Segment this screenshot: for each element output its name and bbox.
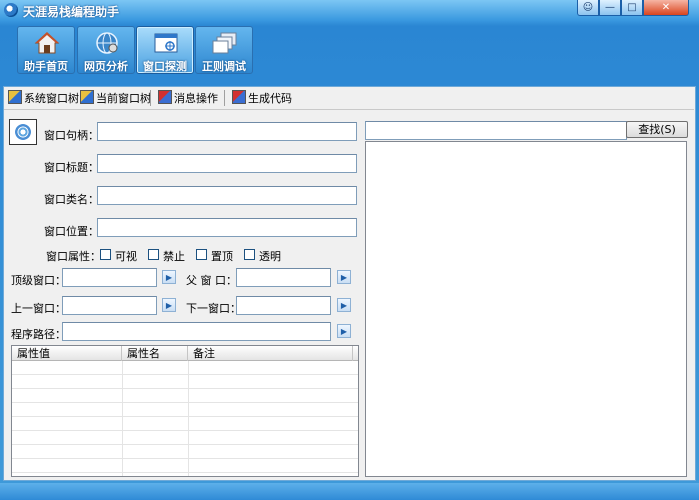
- next-window-label: 下一窗口：: [186, 302, 241, 315]
- class-label: 窗口类名：: [44, 193, 99, 206]
- tab-label: 正则调试: [202, 60, 246, 73]
- crosshair-icon: [15, 124, 31, 140]
- parent-window-go-button[interactable]: ▶: [337, 270, 351, 284]
- path-field[interactable]: [62, 322, 331, 341]
- properties-grid[interactable]: 属性值 属性名 备注: [11, 345, 359, 477]
- next-window-field[interactable]: [236, 296, 331, 315]
- window-title: 天涯易栈编程助手: [23, 5, 120, 19]
- result-panel[interactable]: [365, 141, 687, 477]
- arrow-right-icon: ▶: [165, 301, 173, 310]
- disabled-checkbox[interactable]: [148, 249, 159, 260]
- table-row[interactable]: [12, 375, 358, 389]
- tab-label: 助手首页: [24, 60, 68, 73]
- subbar-label: 系统窗口树: [24, 92, 79, 105]
- prev-window-label: 上一窗口：: [11, 302, 66, 315]
- minimize-button[interactable]: —: [599, 0, 621, 16]
- visible-label: 可视: [115, 250, 137, 263]
- subbar-label: 当前窗口树: [96, 92, 151, 105]
- grid-header: 属性值 属性名 备注: [12, 346, 358, 361]
- topmost-label: 置顶: [211, 250, 233, 263]
- transparent-checkbox[interactable]: [244, 249, 255, 260]
- subbar-label: 生成代码: [248, 92, 292, 105]
- position-field[interactable]: [97, 218, 357, 237]
- arrow-right-icon: ▶: [165, 273, 173, 282]
- tab-window-probe[interactable]: 窗口探测: [136, 26, 194, 74]
- arrow-right-icon: ▶: [340, 327, 348, 336]
- table-row[interactable]: [12, 431, 358, 445]
- table-row[interactable]: [12, 403, 358, 417]
- code-icon: [232, 90, 246, 104]
- top-window-label: 顶级窗口：: [11, 274, 66, 287]
- column-header[interactable]: 备注: [188, 346, 353, 361]
- skin-icon: ☺: [582, 2, 594, 13]
- parent-window-field[interactable]: [236, 268, 331, 287]
- column-header[interactable]: 属性名: [122, 346, 188, 361]
- windows-stack-icon: [212, 32, 237, 54]
- message-icon: [158, 90, 172, 104]
- handle-label: 窗口句柄：: [44, 129, 99, 142]
- top-window-field[interactable]: [62, 268, 157, 287]
- minimize-icon: —: [605, 2, 615, 13]
- search-input[interactable]: [365, 121, 627, 140]
- table-row[interactable]: [12, 361, 358, 375]
- parent-window-label: 父 窗 口：: [186, 274, 237, 287]
- table-row[interactable]: [12, 417, 358, 431]
- separator: [150, 90, 151, 106]
- next-window-go-button[interactable]: ▶: [337, 298, 351, 312]
- tab-label: 窗口探测: [143, 60, 187, 73]
- app-logo-icon: [4, 3, 18, 17]
- disabled-label: 禁止: [163, 250, 185, 263]
- prev-window-field[interactable]: [62, 296, 157, 315]
- tab-regex-debug[interactable]: 正则调试: [195, 26, 253, 74]
- globe-icon: [96, 32, 118, 54]
- path-go-button[interactable]: ▶: [337, 324, 351, 338]
- column-header[interactable]: 属性值: [12, 346, 122, 361]
- table-row[interactable]: [12, 389, 358, 403]
- table-row[interactable]: [12, 445, 358, 459]
- close-icon: ✕: [661, 2, 671, 13]
- tab-label: 网页分析: [84, 60, 128, 73]
- tree-icon: [80, 90, 94, 104]
- path-label: 程序路径：: [11, 328, 66, 341]
- attr-label: 窗口属性：: [46, 250, 101, 263]
- status-bar: [0, 483, 699, 500]
- close-button[interactable]: ✕: [643, 0, 689, 16]
- tree-icon: [8, 90, 22, 104]
- maximize-button[interactable]: □: [621, 0, 643, 16]
- top-window-go-button[interactable]: ▶: [162, 270, 176, 284]
- table-row[interactable]: [12, 459, 358, 473]
- prev-window-go-button[interactable]: ▶: [162, 298, 176, 312]
- transparent-label: 透明: [259, 250, 281, 263]
- title-label: 窗口标题：: [44, 161, 99, 174]
- arrow-right-icon: ▶: [340, 301, 348, 310]
- handle-field[interactable]: [97, 122, 357, 141]
- message-operation-button[interactable]: 消息操作: [158, 90, 218, 106]
- tab-assistant-home[interactable]: 助手首页: [17, 26, 75, 74]
- current-window-tree-button[interactable]: 当前窗口树: [80, 90, 151, 106]
- skin-button[interactable]: ☺: [577, 0, 599, 16]
- system-window-tree-button[interactable]: 系统窗口树: [8, 90, 79, 106]
- position-label: 窗口位置：: [44, 225, 99, 238]
- window-probe-icon: [154, 33, 178, 53]
- subbar-label: 消息操作: [174, 92, 218, 105]
- separator: [224, 90, 225, 106]
- probe-target-button[interactable]: [9, 119, 37, 145]
- generate-code-button[interactable]: 生成代码: [232, 90, 292, 106]
- maximize-icon: □: [627, 2, 637, 13]
- divider: [4, 109, 694, 110]
- topmost-checkbox[interactable]: [196, 249, 207, 260]
- title-field[interactable]: [97, 154, 357, 173]
- find-button[interactable]: 查找(S): [626, 121, 688, 138]
- tab-web-analysis[interactable]: 网页分析: [77, 26, 135, 74]
- visible-checkbox[interactable]: [100, 249, 111, 260]
- house-icon: [34, 32, 60, 54]
- arrow-right-icon: ▶: [340, 273, 348, 282]
- class-field[interactable]: [97, 186, 357, 205]
